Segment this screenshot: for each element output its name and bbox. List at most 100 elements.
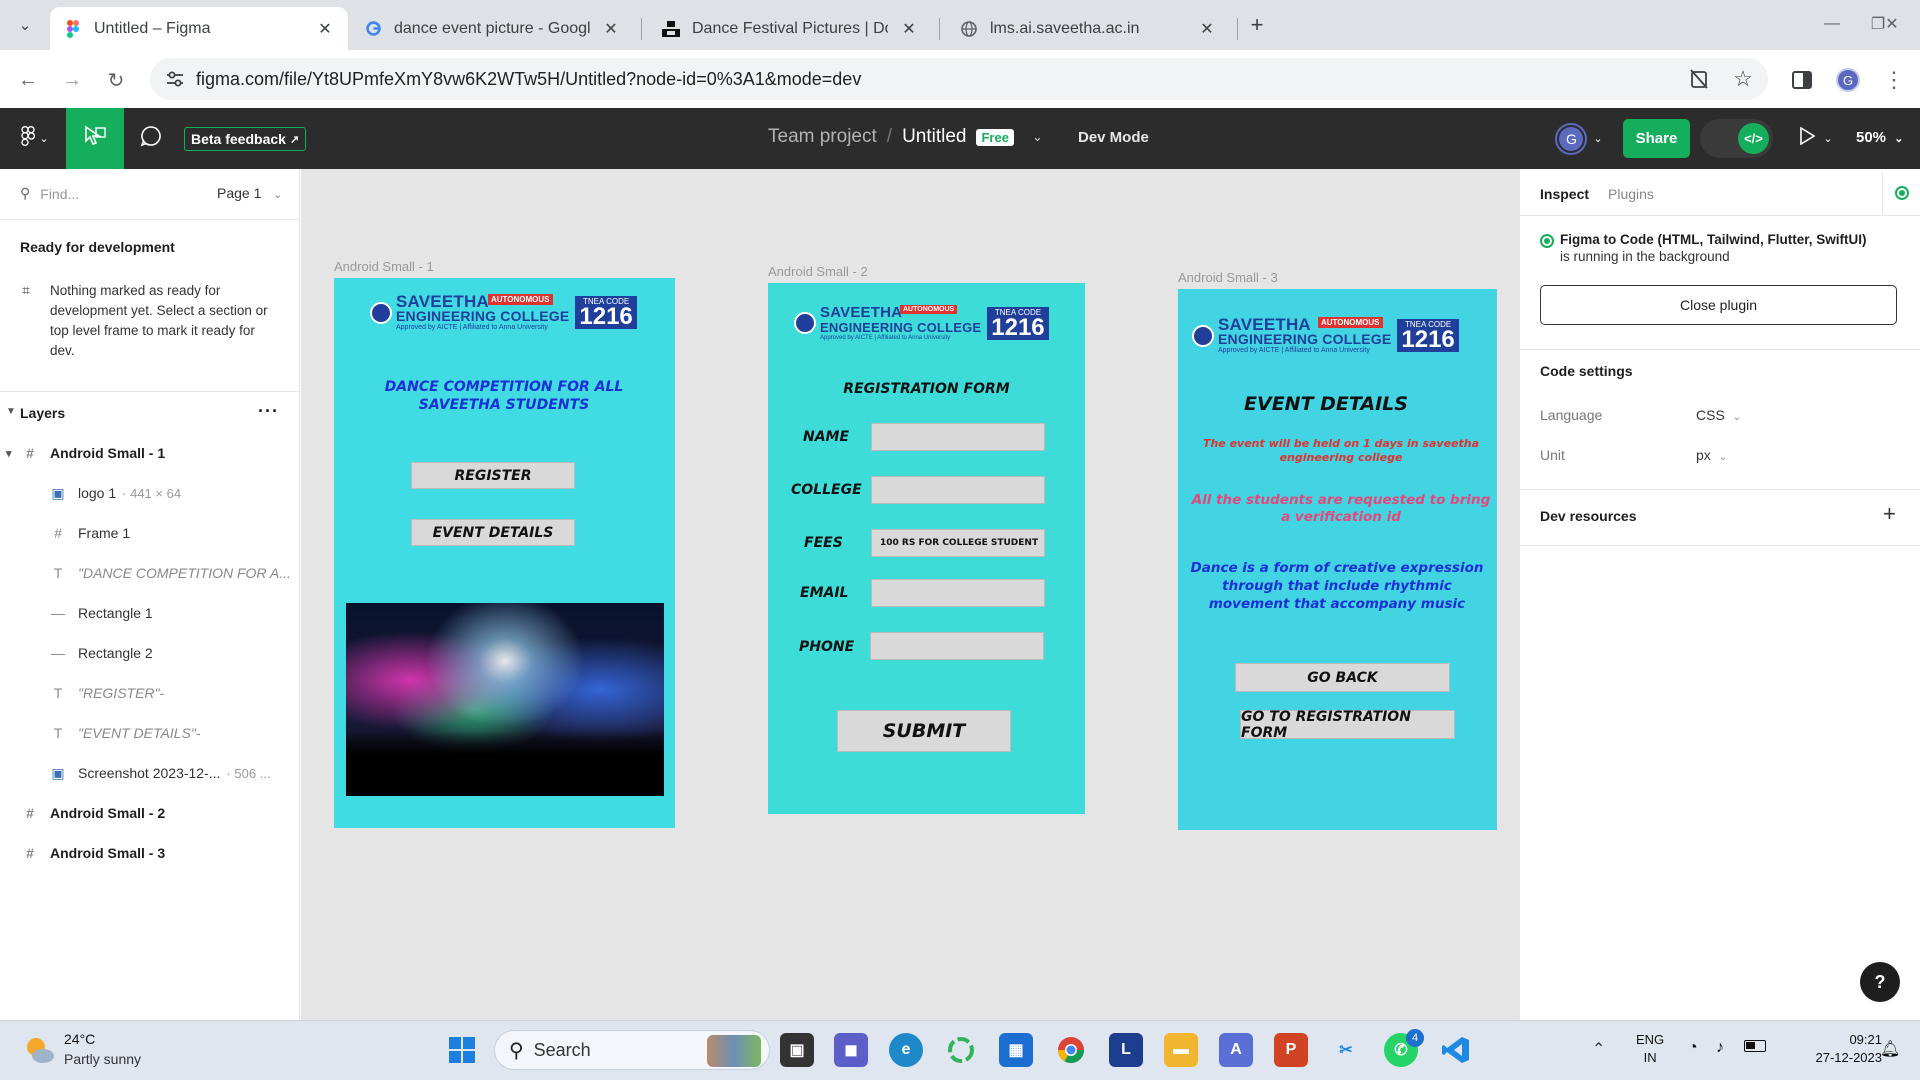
page-selector[interactable]: Page 1 ⌄ (217, 185, 282, 201)
add-plus-icon[interactable]: + (1883, 501, 1896, 527)
layer-row[interactable]: T "DANCE COMPETITION FOR A... (0, 553, 299, 593)
teams-chat-icon[interactable]: ◼ (834, 1033, 868, 1067)
tab-lms[interactable]: lms.ai.saveetha.ac.in ✕ (946, 7, 1230, 50)
tab-google[interactable]: dance event picture - Google Se ✕ (350, 7, 634, 50)
go-back-button[interactable]: GO BACK (1235, 663, 1450, 692)
more-options-icon[interactable]: ··· (258, 401, 279, 422)
go-to-registration-button[interactable]: GO TO REGISTRATION FORM (1240, 709, 1455, 741)
powerpoint-icon[interactable]: P (1274, 1033, 1308, 1067)
tab-search-chevron-icon[interactable]: ⌄ (12, 12, 38, 38)
chevron-up-icon[interactable]: ⌃ (1592, 1039, 1605, 1059)
file-name[interactable]: Untitled (902, 126, 966, 148)
new-tab-plus-icon[interactable]: + (1244, 12, 1270, 38)
college-logo: SAVEETHA ENGINEERING COLLEGE Approved by… (794, 305, 1049, 341)
side-panel-icon[interactable] (1786, 64, 1818, 96)
forward-arrow-icon[interactable]: → (56, 64, 88, 96)
volume-icon[interactable]: ♪ (1716, 1039, 1724, 1057)
tab-inspect[interactable]: Inspect (1540, 186, 1589, 202)
tab-unsplash[interactable]: Dance Festival Pictures | Downlo ✕ (648, 7, 932, 50)
window-close-icon[interactable]: ✕ (1872, 10, 1912, 38)
college-field[interactable] (871, 476, 1045, 504)
clock[interactable]: 09:21 27-12-2023 (1812, 1031, 1883, 1067)
expand-arrow-icon[interactable]: ▾ (6, 447, 12, 460)
input-language[interactable]: ENG IN (1636, 1031, 1664, 1067)
bookmark-star-icon[interactable]: ☆ (1732, 66, 1754, 91)
no-screenshot-icon[interactable] (1688, 68, 1710, 90)
zoom-level[interactable]: 50% ⌄ (1856, 129, 1903, 146)
android-small-2-frame[interactable]: SAVEETHA ENGINEERING COLLEGE Approved by… (768, 283, 1085, 814)
site-settings-icon[interactable] (164, 68, 186, 90)
l-app-icon[interactable]: L (1109, 1033, 1143, 1067)
language-select[interactable]: CSS ⌄ (1696, 407, 1741, 423)
tab-plugins[interactable]: Plugins (1608, 186, 1654, 202)
windows-start-icon[interactable] (445, 1033, 479, 1067)
layer-row[interactable]: # Android Small - 2 (0, 793, 299, 833)
collapse-arrow-icon[interactable]: ▼ (6, 406, 16, 417)
layer-row[interactable]: — Rectangle 1 (0, 593, 299, 633)
wifi-icon[interactable]: ◔ (1688, 1039, 1698, 1057)
file-explorer-icon[interactable]: ▬ (1164, 1033, 1198, 1067)
snipping-tool-icon[interactable]: ✂ (1329, 1033, 1363, 1067)
microsoft-store-icon[interactable]: ▦ (999, 1033, 1033, 1067)
beta-feedback-button[interactable]: Beta feedback ↗ (184, 127, 307, 151)
layer-row[interactable]: — Rectangle 2 (0, 633, 299, 673)
fees-field[interactable]: 100 RS FOR COLLEGE STUDENT (871, 529, 1045, 557)
main-menu[interactable]: ⌄ (10, 108, 60, 169)
design-canvas[interactable]: Android Small - 1 SAVEETHA ENGINEERING C… (301, 169, 1519, 1020)
arc-app-icon[interactable]: A (1219, 1033, 1253, 1067)
battery-icon[interactable] (1744, 1040, 1766, 1052)
address-bar[interactable]: figma.com/file/Yt8UPmfeXmY8vw6K2WTw5H/Un… (150, 58, 1768, 100)
find-field[interactable]: ⚲ Find... (20, 185, 79, 202)
comment-tool[interactable] (134, 108, 168, 169)
inspect-cursor-tool[interactable] (66, 108, 124, 169)
frame-label[interactable]: Android Small - 2 (768, 264, 868, 279)
dev-mode-toggle[interactable]: </> (1700, 119, 1773, 158)
close-icon[interactable]: ✕ (316, 19, 334, 39)
weather-sun-icon[interactable] (22, 1033, 56, 1067)
register-button[interactable]: REGISTER (411, 462, 575, 489)
layer-row[interactable]: ▣ logo 1 · 441 × 64 (0, 473, 299, 513)
taskbar-search[interactable]: ⚲ Search (494, 1030, 770, 1070)
layer-row[interactable]: ▾ # Android Small - 1 (0, 433, 299, 473)
phone-field[interactable] (870, 632, 1044, 660)
event-details-button[interactable]: EVENT DETAILS (411, 519, 575, 546)
close-plugin-button[interactable]: Close plugin (1540, 285, 1897, 325)
frame-label[interactable]: Android Small - 1 (334, 259, 434, 274)
close-icon[interactable]: ✕ (1198, 19, 1216, 39)
search-icon: ⚲ (509, 1039, 524, 1062)
frame-label[interactable]: Android Small - 3 (1178, 270, 1278, 285)
kebab-menu-icon[interactable]: ⋮ (1878, 64, 1910, 96)
help-button[interactable]: ? (1860, 962, 1900, 1002)
layer-row[interactable]: # Frame 1 (0, 513, 299, 553)
unit-select[interactable]: px ⌄ (1696, 447, 1727, 463)
figma-logo-icon (21, 125, 36, 151)
email-field[interactable] (871, 579, 1045, 607)
chevron-down-icon[interactable]: ⌄ (1032, 129, 1043, 145)
team-name[interactable]: Team project (768, 126, 877, 148)
layer-row[interactable]: T "EVENT DETAILS"- (0, 713, 299, 753)
android-small-3-frame[interactable]: SAVEETHA ENGINEERING COLLEGE Approved by… (1178, 289, 1497, 830)
layer-row[interactable]: T "REGISTER"- (0, 673, 299, 713)
task-view-icon[interactable]: ▣ (780, 1033, 814, 1067)
share-button[interactable]: Share (1623, 119, 1690, 158)
name-field[interactable] (871, 423, 1045, 451)
chrome-browser-icon[interactable] (1054, 1033, 1088, 1067)
reload-icon[interactable]: ↻ (100, 64, 132, 96)
notification-bell-icon[interactable]: 🔔︎ (1880, 1039, 1900, 1059)
refresh-app-icon[interactable] (944, 1033, 978, 1067)
plugin-button[interactable] (1882, 173, 1920, 213)
layer-row[interactable]: # Android Small - 3 (0, 833, 299, 873)
vscode-icon[interactable] (1439, 1033, 1473, 1067)
edge-browser-icon[interactable]: e (889, 1033, 923, 1067)
close-icon[interactable]: ✕ (900, 19, 918, 39)
back-arrow-icon[interactable]: ← (12, 64, 44, 96)
submit-button[interactable]: SUBMIT (837, 710, 1011, 752)
tab-figma[interactable]: Untitled – Figma ✕ (50, 7, 348, 50)
present-button[interactable]: ⌄ (1796, 108, 1836, 169)
minimize-icon[interactable]: — (1812, 10, 1852, 38)
close-icon[interactable]: ✕ (602, 19, 620, 39)
layer-row[interactable]: ▣ Screenshot 2023-12-... · 506 ... (0, 753, 299, 793)
multiplayer-avatar[interactable]: G ⌄ (1552, 108, 1608, 169)
android-small-1-frame[interactable]: SAVEETHA ENGINEERING COLLEGE Approved by… (334, 278, 675, 828)
profile-avatar[interactable]: G (1832, 64, 1864, 96)
